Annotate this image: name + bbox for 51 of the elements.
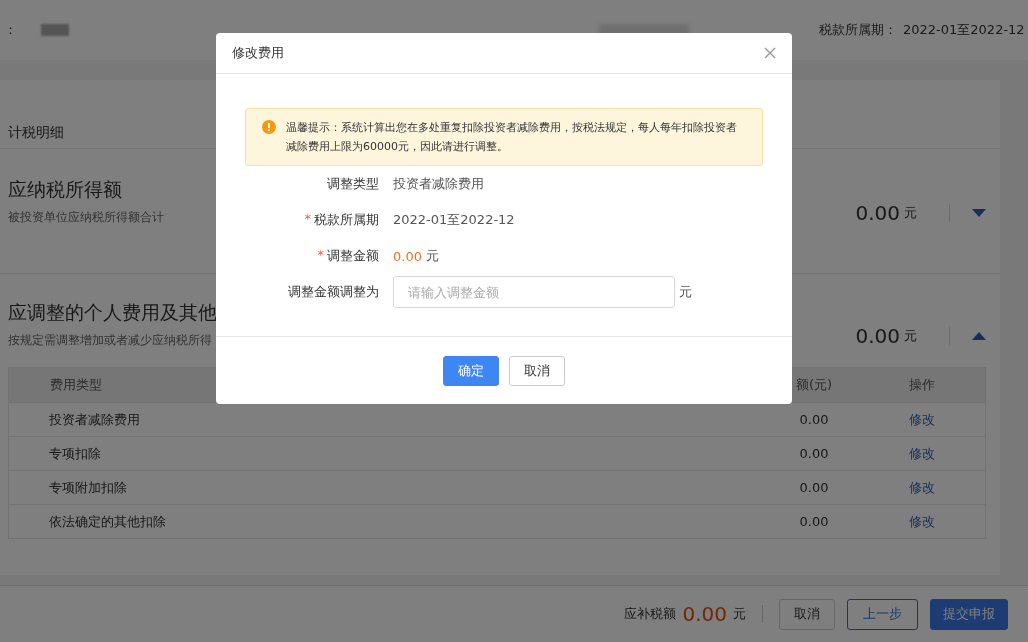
field-label: 调整金额	[327, 247, 379, 265]
required-mark: *	[304, 211, 311, 228]
table-cell-text: 0.00	[798, 412, 830, 427]
unit-label: 元	[733, 605, 746, 623]
tax-due-amount: 0.00	[682, 602, 727, 626]
column-header: 额(元)	[794, 376, 834, 394]
edit-link[interactable]: 修改	[859, 444, 985, 463]
submit-button[interactable]: 提交申报	[930, 598, 1008, 630]
column-header: 费用类型	[49, 376, 103, 394]
table-cell-text: 专项扣除	[48, 444, 102, 463]
table-cell-text: 0.00	[798, 446, 830, 461]
unit-label: 元	[425, 247, 439, 265]
warning-icon	[262, 120, 276, 134]
close-icon[interactable]	[764, 47, 776, 59]
field-value: 2022-01至2022-12	[393, 211, 515, 229]
table-cell-text: 依法确定的其他扣除	[48, 512, 167, 531]
section-amount: 0.00	[855, 201, 900, 225]
name-label: ：	[4, 21, 17, 39]
expand-caret-icon[interactable]	[972, 209, 986, 217]
cancel-button[interactable]: 取消	[779, 598, 835, 630]
field-value: 投资者减除费用	[393, 175, 484, 193]
section-title: 应纳税所得额	[8, 177, 123, 202]
unit-label: 元	[904, 327, 917, 345]
period-label: 税款所属期：	[819, 21, 897, 39]
edit-link[interactable]: 修改	[859, 410, 985, 429]
field-label: 税款所属期	[314, 211, 379, 229]
amount-value: 0.00	[393, 248, 422, 264]
unit-label: 元	[904, 204, 917, 222]
section-subtitle: 被投资单位应纳税所得额合计	[8, 209, 164, 226]
unit-label: 元	[679, 283, 692, 301]
confirm-button[interactable]: 确定	[443, 355, 499, 386]
column-header: 操作	[908, 376, 936, 394]
section-subtitle: 按规定需调整增加或者减少应纳税所得	[8, 332, 213, 349]
amount-input[interactable]: 请输入调整金额	[393, 276, 675, 308]
blurred-name	[41, 24, 69, 36]
tax-due-label: 应补税额	[624, 605, 677, 623]
table-cell-text: 0.00	[798, 480, 830, 495]
period-value: 2022-01至2022-12	[903, 21, 1025, 39]
table-cell-text: 投资者减除费用	[48, 410, 141, 429]
collapse-caret-icon[interactable]	[972, 332, 986, 340]
edit-link[interactable]: 修改	[859, 478, 985, 497]
section-title: 应调整的个人费用及其他	[8, 300, 217, 325]
required-mark: *	[317, 247, 324, 264]
cancel-button[interactable]: 取消	[509, 355, 565, 386]
dialog-title: 修改费用	[232, 44, 284, 62]
table-cell-text: 专项附加扣除	[48, 478, 128, 497]
edit-link[interactable]: 修改	[859, 512, 985, 531]
field-label: 调整金额调整为	[288, 283, 379, 301]
section-amount: 0.00	[855, 324, 900, 348]
field-label: 调整类型	[327, 175, 379, 193]
table-cell-text: 0.00	[798, 514, 830, 529]
